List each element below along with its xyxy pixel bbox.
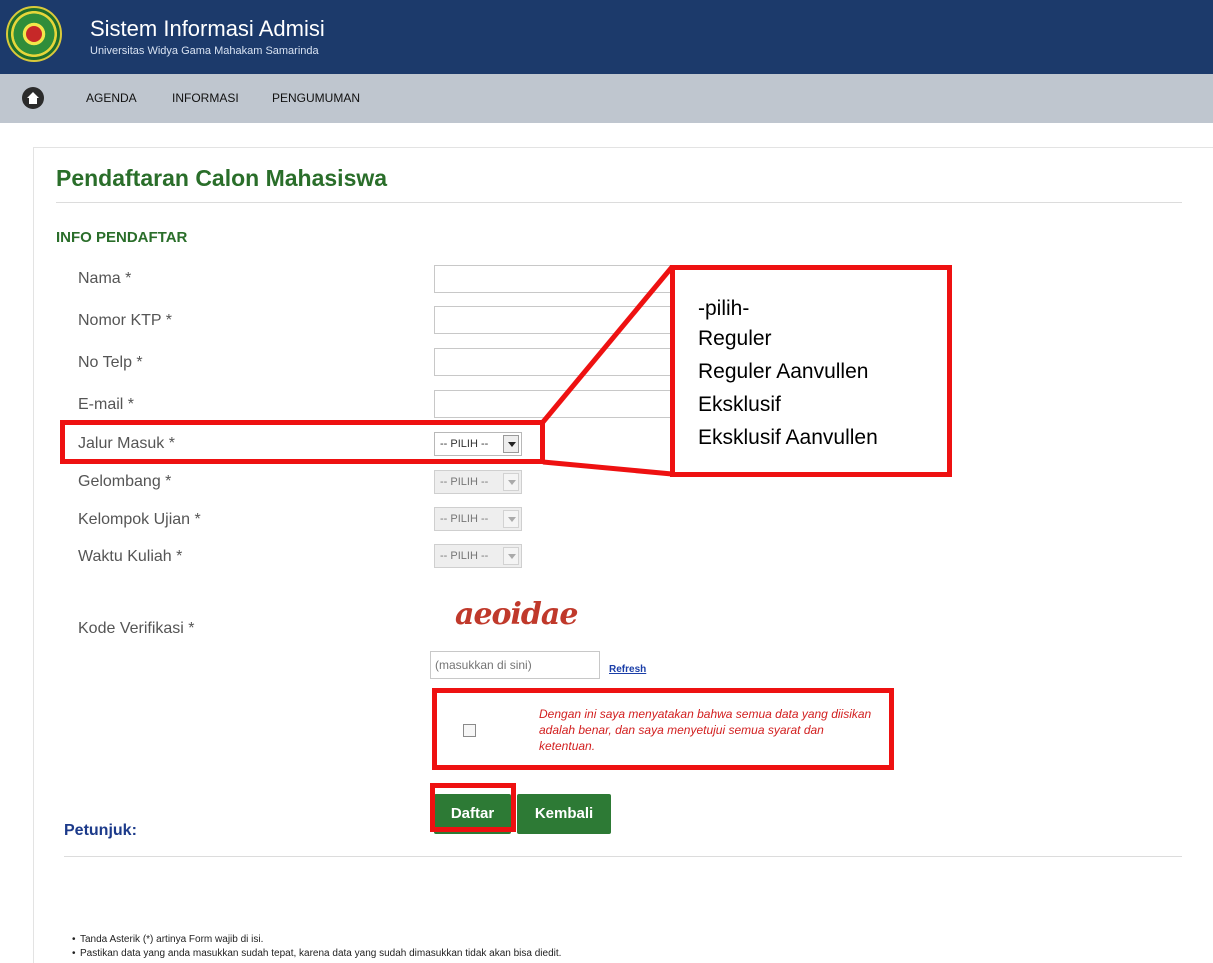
section-heading: INFO PENDAFTAR xyxy=(56,229,188,246)
daftar-button[interactable]: Daftar xyxy=(434,794,511,834)
gelombang-select[interactable]: -- PILIH -- xyxy=(434,470,522,494)
kode-label: Kode Verifikasi * xyxy=(78,620,195,637)
captcha-image: aeoidae xyxy=(455,597,578,632)
divider xyxy=(64,856,1182,857)
kelompok-select[interactable]: -- PILIH -- xyxy=(434,507,522,531)
dropdown-option: Reguler Aanvullen xyxy=(698,360,869,383)
dropdown-option: Eksklusif Aanvullen xyxy=(698,426,878,449)
nav-bar: AGENDA INFORMASI PENGUMUMAN xyxy=(0,74,1213,123)
jalur-select[interactable]: -- PILIH -- xyxy=(434,432,522,456)
dropdown-option: Reguler xyxy=(698,327,772,350)
waktu-select[interactable]: -- PILIH -- xyxy=(434,544,522,568)
home-icon[interactable] xyxy=(22,87,44,109)
captcha-input[interactable] xyxy=(430,651,600,679)
waktu-select-value: -- PILIH -- xyxy=(440,550,489,562)
telp-label: No Telp * xyxy=(78,354,143,371)
refresh-link[interactable]: Refresh xyxy=(609,664,646,675)
app-header: Sistem Informasi Admisi Universitas Widy… xyxy=(0,0,1213,74)
jalur-label: Jalur Masuk * xyxy=(78,435,175,452)
gelombang-select-value: -- PILIH -- xyxy=(440,476,489,488)
gelombang-label: Gelombang * xyxy=(78,473,172,490)
nav-item-informasi[interactable]: INFORMASI xyxy=(172,91,239,105)
email-label: E-mail * xyxy=(78,396,135,413)
page-title: Pendaftaran Calon Mahasiswa xyxy=(56,165,388,191)
dropdown-option: Eksklusif xyxy=(698,393,781,416)
university-logo xyxy=(6,6,62,62)
jalur-select-value: -- PILIH -- xyxy=(440,438,489,450)
nav-item-agenda[interactable]: AGENDA xyxy=(86,91,137,105)
kelompok-select-value: -- PILIH -- xyxy=(440,513,489,525)
kelompok-label: Kelompok Ujian * xyxy=(78,511,201,528)
agreement-checkbox[interactable] xyxy=(463,724,476,737)
nav-item-pengumuman[interactable]: PENGUMUMAN xyxy=(272,91,360,105)
nama-label: Nama * xyxy=(78,270,132,287)
divider xyxy=(56,202,1182,203)
ktp-label: Nomor KTP * xyxy=(78,312,172,329)
petunjuk-title: Petunjuk: xyxy=(64,822,137,839)
petunjuk-item: Tanda Asterik (*) artinya Form wajib di … xyxy=(72,934,263,945)
chevron-down-icon xyxy=(503,473,519,491)
app-subtitle: Universitas Widya Gama Mahakam Samarinda xyxy=(90,45,319,57)
chevron-down-icon xyxy=(503,547,519,565)
petunjuk-item: Pastikan data yang anda masukkan sudah t… xyxy=(72,948,561,959)
chevron-down-icon xyxy=(503,510,519,528)
dropdown-option: -pilih- xyxy=(698,297,750,320)
agreement-text: Dengan ini saya menyatakan bahwa semua d… xyxy=(539,707,872,753)
logo-emblem xyxy=(26,26,42,42)
kembali-button[interactable]: Kembali xyxy=(517,794,611,834)
waktu-label: Waktu Kuliah * xyxy=(78,548,183,565)
dropdown-options-callout: -pilih- Reguler Reguler Aanvullen Eksklu… xyxy=(670,265,952,477)
app-title: Sistem Informasi Admisi xyxy=(90,16,325,41)
chevron-down-icon[interactable] xyxy=(503,435,519,453)
